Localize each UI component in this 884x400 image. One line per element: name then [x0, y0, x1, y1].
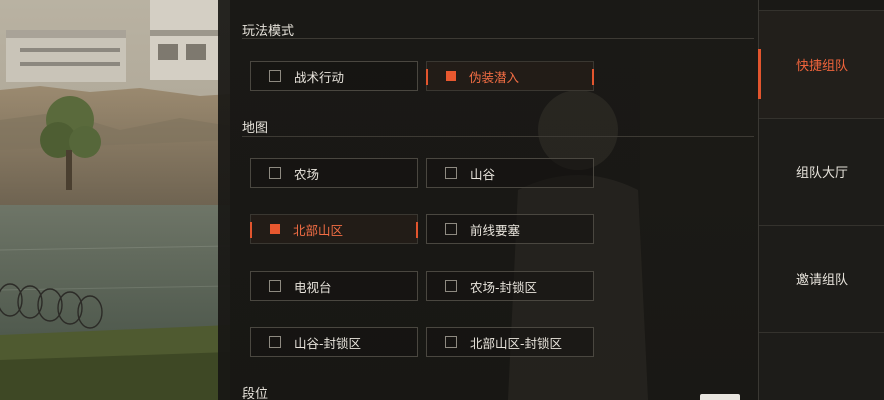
option-disguise-infiltration[interactable]: 伪装潜入	[426, 61, 594, 91]
sidebar-item-label: 组队大厅	[795, 166, 848, 181]
option-label: 战术行动	[294, 69, 345, 85]
checkbox-checked[interactable]	[270, 224, 280, 234]
checkbox[interactable]	[269, 167, 281, 179]
scroll-indicator[interactable]	[700, 394, 740, 400]
option-map-tv-station[interactable]: 电视台	[250, 271, 418, 301]
option-map-valley[interactable]: 山谷	[426, 158, 594, 188]
section-title-rank: 段位	[242, 387, 269, 400]
option-label: 山谷-封锁区	[294, 335, 362, 351]
option-label: 农场-封锁区	[470, 279, 538, 295]
section-title-map: 地图	[242, 121, 269, 136]
checkbox[interactable]	[269, 280, 281, 292]
checkbox[interactable]	[445, 280, 457, 292]
sidebar-item-quick-team[interactable]: 快捷组队	[758, 11, 884, 119]
checkbox[interactable]	[445, 336, 457, 348]
sidebar-item-invite-team[interactable]: 邀请组队	[759, 225, 884, 333]
option-label: 电视台	[294, 279, 332, 295]
option-map-valley-lockdown[interactable]: 山谷-封锁区	[250, 327, 418, 357]
sidebar-top-strip	[759, 0, 884, 11]
section-divider	[242, 136, 754, 137]
game-screen: 玩法模式 战术行动 伪装潜入 地图 农场 山谷 北部山区 前线要塞 电视台 农场…	[0, 0, 884, 400]
sidebar-item-team-lobby[interactable]: 组队大厅	[759, 118, 884, 226]
checkbox[interactable]	[269, 70, 281, 82]
option-label: 农场	[294, 166, 320, 182]
option-tactical-op[interactable]: 战术行动	[250, 61, 418, 91]
option-map-frontline-fortress[interactable]: 前线要塞	[426, 214, 594, 244]
checkbox[interactable]	[269, 336, 281, 348]
team-sidebar: 快捷组队 组队大厅 邀请组队	[758, 0, 884, 400]
option-map-farm-lockdown[interactable]: 农场-封锁区	[426, 271, 594, 301]
option-map-northern-mountains-lockdown[interactable]: 北部山区-封锁区	[426, 327, 594, 357]
section-divider	[242, 38, 754, 39]
section-title-mode: 玩法模式	[242, 24, 295, 39]
option-label: 前线要塞	[470, 222, 521, 238]
option-map-farm[interactable]: 农场	[250, 158, 418, 188]
option-label: 山谷	[470, 166, 496, 182]
sidebar-item-label: 快捷组队	[795, 59, 848, 74]
background-scenery	[0, 0, 230, 400]
sidebar-item-label: 邀请组队	[795, 273, 848, 288]
checkbox-checked[interactable]	[446, 71, 456, 81]
option-label: 伪装潜入	[469, 69, 520, 85]
checkbox[interactable]	[445, 167, 457, 179]
option-label: 北部山区	[293, 222, 344, 238]
checkbox[interactable]	[445, 223, 457, 235]
option-label: 北部山区-封锁区	[470, 335, 563, 351]
option-map-northern-mountains[interactable]: 北部山区	[250, 214, 418, 244]
